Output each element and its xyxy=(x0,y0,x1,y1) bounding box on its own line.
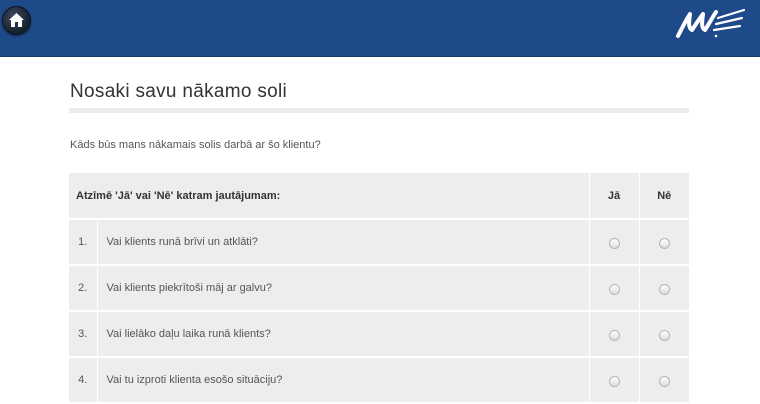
radio-no[interactable] xyxy=(658,330,670,341)
column-header-yes: Jā xyxy=(588,173,640,220)
row-question: Vai lielāko daļu laika runā klients? xyxy=(97,311,590,358)
radio-yes[interactable] xyxy=(608,238,620,249)
survey-table: Atzīmē 'Jā' vai 'Nē' katram jautājumam: … xyxy=(69,173,690,404)
brand-logo xyxy=(676,8,746,38)
table-header-row: Atzīmē 'Jā' vai 'Nē' katram jautājumam: … xyxy=(69,173,690,220)
table-header-label: Atzīmē 'Jā' vai 'Nē' katram jautājumam: xyxy=(69,173,590,220)
row-number: 4. xyxy=(69,357,98,404)
title-divider xyxy=(69,108,689,113)
row-number: 3. xyxy=(69,311,98,358)
radio-yes[interactable] xyxy=(608,330,620,341)
row-question: Vai klients runā brīvi un atklāti? xyxy=(97,219,590,266)
row-question: Vai klients piekrītoši māj ar galvu? xyxy=(97,265,590,312)
home-button[interactable] xyxy=(2,6,31,35)
question-text: Kāds būs mans nākamais solis darbā ar šo… xyxy=(70,139,321,151)
row-question: Vai tu izproti klienta esošo situāciju? xyxy=(97,357,590,404)
column-header-no: Nē xyxy=(638,173,690,220)
table-row: 3. Vai lielāko daļu laika runā klients? xyxy=(69,311,690,358)
home-icon xyxy=(9,13,24,27)
radio-yes[interactable] xyxy=(608,376,620,387)
table-row: 1. Vai klients runā brīvi un atklāti? xyxy=(69,219,690,266)
row-number: 1. xyxy=(69,219,98,266)
table-row: 2. Vai klients piekrītoši māj ar galvu? xyxy=(69,265,690,312)
row-number: 2. xyxy=(69,265,98,312)
radio-no[interactable] xyxy=(658,238,670,249)
radio-no[interactable] xyxy=(658,376,670,387)
radio-yes[interactable] xyxy=(608,284,620,295)
table-row: 4. Vai tu izproti klienta esošo situācij… xyxy=(69,357,690,404)
top-bar xyxy=(0,0,760,57)
page-title: Nosaki savu nākamo soli xyxy=(70,81,288,102)
radio-no[interactable] xyxy=(658,284,670,295)
